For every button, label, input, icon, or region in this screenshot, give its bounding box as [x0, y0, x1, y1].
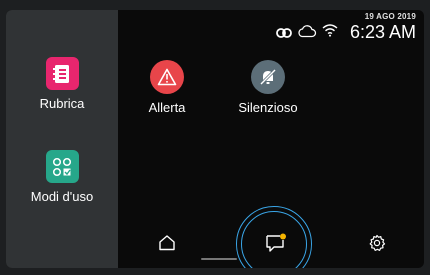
notification-dot [280, 233, 286, 240]
app-rubrica[interactable]: Rubrica [24, 57, 100, 111]
device-screen: Rubrica Modi d'uso Allerta Silenzioso 19… [6, 10, 424, 268]
cloud-icon [297, 24, 317, 43]
settings-icon[interactable] [366, 232, 388, 254]
app-allerta[interactable]: Allerta [136, 60, 198, 115]
home-icon[interactable] [156, 232, 178, 252]
usage-modes-icon [45, 150, 79, 183]
wifi-icon [322, 23, 338, 42]
messages-icon[interactable] [263, 232, 289, 254]
pair-icon [276, 26, 292, 44]
mute-bell-icon [251, 60, 285, 94]
app-label: Allerta [148, 100, 186, 115]
app-label: Rubrica [39, 96, 85, 111]
status-date: 19 AGO 2019 [364, 12, 416, 21]
app-modi-uso[interactable]: Modi d'uso [14, 150, 110, 204]
sidebar: Rubrica Modi d'uso [6, 10, 118, 268]
alert-icon [150, 60, 184, 94]
status-time: 6:23 AM [349, 22, 416, 42]
app-label: Silenzioso [238, 100, 298, 115]
app-label: Modi d'uso [30, 189, 94, 204]
nav-divider [201, 258, 237, 260]
address-book-icon [45, 57, 79, 90]
app-silenzioso[interactable]: Silenzioso [228, 60, 308, 115]
